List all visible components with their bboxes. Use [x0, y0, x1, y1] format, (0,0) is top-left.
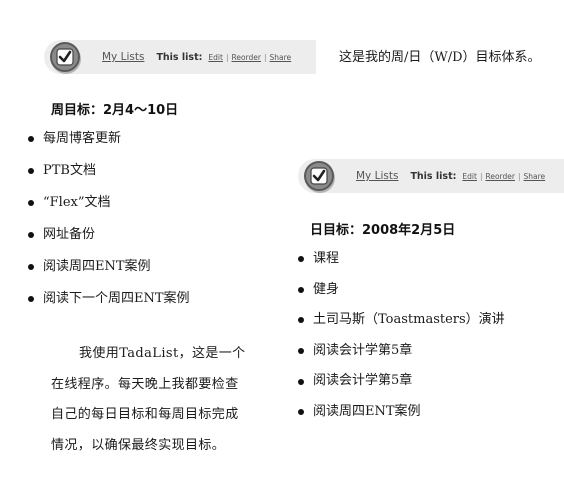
list-item: 阅读周四ENT案例 [26, 251, 190, 283]
this-list-label: This list: [156, 51, 203, 63]
separator: | [263, 52, 267, 62]
paragraph-line: 情况，以确保最终实现目标。 [51, 437, 226, 453]
list-item: 每周博客更新 [26, 123, 190, 155]
list-item: 阅读下一个周四ENT案例 [26, 283, 190, 315]
separator: | [225, 52, 229, 62]
weekly-goals-heading: 周目标：2月4～10日 [51, 103, 179, 118]
weekly-goals-list: 每周博客更新 PTB文档 “Flex”文档 网址备份 阅读周四ENT案例 阅读下… [26, 123, 190, 315]
daily-goals-heading: 日目标：2008年2月5日 [310, 223, 456, 238]
edit-link[interactable]: Edit [462, 172, 477, 181]
list-item: PTB文档 [26, 155, 190, 187]
list-item: 阅读会计学第5章 [296, 366, 505, 397]
separator: | [517, 171, 521, 181]
tadalist-toolbar-weekly: My Lists This list: Edit | Reorder | Sha… [44, 40, 316, 74]
my-lists-link[interactable]: My Lists [356, 170, 398, 182]
list-item: “Flex”文档 [26, 187, 190, 219]
list-item: 阅读周四ENT案例 [296, 397, 505, 428]
checkmark-icon [50, 42, 80, 72]
list-item: 阅读会计学第5章 [296, 336, 505, 367]
paragraph-line: 我使用TadaList，这是一个 [79, 346, 246, 361]
paragraph-line: 自己的每日目标和每周目标完成 [51, 407, 239, 422]
list-item: 土司马斯（Toastmasters）演讲 [296, 305, 505, 336]
share-link[interactable]: Share [270, 53, 292, 62]
paragraph-line: 在线程序。每天晚上我都要检查 [51, 376, 239, 392]
list-item: 健身 [296, 275, 505, 306]
list-item: 网址备份 [26, 219, 190, 251]
separator: | [479, 171, 483, 181]
tadalist-toolbar-daily: My Lists This list: Edit | Reorder | Sha… [298, 159, 564, 193]
edit-link[interactable]: Edit [208, 53, 223, 62]
reorder-link[interactable]: Reorder [485, 172, 515, 181]
figure-caption: 这是我的周/日（W/D）目标体系。 [339, 50, 541, 65]
reorder-link[interactable]: Reorder [231, 53, 261, 62]
description-paragraph: 我使用TadaList，这是一个 在线程序。每天晚上我都要检查 自己的每日目标和… [51, 339, 246, 461]
share-link[interactable]: Share [524, 172, 546, 181]
list-item: 课程 [296, 244, 505, 275]
checkmark-icon [304, 161, 334, 191]
my-lists-link[interactable]: My Lists [102, 51, 144, 63]
daily-goals-list: 课程 健身 土司马斯（Toastmasters）演讲 阅读会计学第5章 阅读会计… [296, 244, 505, 428]
this-list-label: This list: [410, 170, 457, 182]
